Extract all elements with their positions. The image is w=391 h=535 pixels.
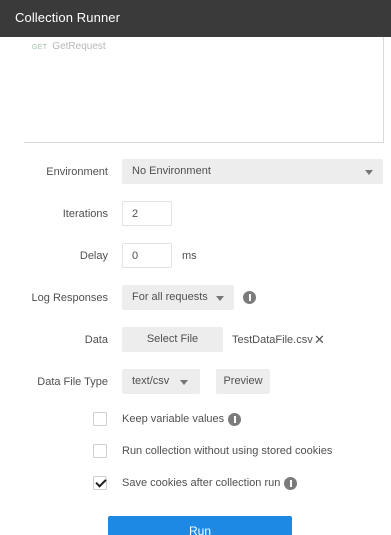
keep-variable-values-checkbox[interactable]: [93, 412, 107, 426]
preview-button[interactable]: Preview: [216, 369, 270, 394]
environment-label: Environment: [46, 166, 108, 178]
data-label: Data: [84, 334, 108, 346]
delay-input[interactable]: [122, 243, 172, 268]
run-button[interactable]: Run: [108, 516, 292, 535]
data-file-name: TestDataFile.csv: [232, 334, 313, 346]
chevron-down-icon: [216, 296, 224, 301]
request-list: GET GetRequest: [24, 37, 384, 143]
log-responses-label: Log Responses: [31, 292, 108, 304]
request-item[interactable]: GET GetRequest: [32, 41, 106, 52]
log-responses-value: For all requests: [132, 291, 208, 303]
chevron-down-icon: [180, 380, 188, 385]
save-cookies-checkbox[interactable]: [93, 476, 107, 490]
info-icon[interactable]: [228, 413, 241, 426]
run-without-cookies-label: Run collection without using stored cook…: [122, 445, 333, 457]
request-name: GetRequest: [52, 41, 106, 52]
iterations-input[interactable]: [122, 201, 172, 226]
data-file-type-select[interactable]: text/csv: [122, 369, 200, 394]
run-without-cookies-checkbox[interactable]: [93, 444, 107, 458]
environment-value: No Environment: [132, 165, 211, 177]
chevron-down-icon: [365, 170, 373, 175]
data-file-type-label: Data File Type: [37, 376, 108, 388]
iterations-label: Iterations: [62, 208, 108, 220]
data-file-type-value: text/csv: [132, 375, 170, 387]
info-icon[interactable]: [243, 291, 256, 304]
request-method-badge: GET: [32, 44, 48, 51]
save-cookies-label: Save cookies after collection run: [122, 477, 281, 489]
delay-label: Delay: [79, 250, 108, 262]
environment-select[interactable]: No Environment: [122, 159, 383, 184]
window-titlebar: Collection Runner: [0, 0, 391, 37]
window-title: Collection Runner: [15, 10, 121, 25]
select-file-button[interactable]: Select File: [122, 327, 223, 352]
keep-variable-values-label: Keep variable values: [122, 413, 225, 425]
delay-unit: ms: [182, 250, 197, 262]
log-responses-select[interactable]: For all requests: [122, 285, 234, 310]
info-icon[interactable]: [284, 477, 297, 490]
close-icon[interactable]: ✕: [314, 333, 325, 346]
